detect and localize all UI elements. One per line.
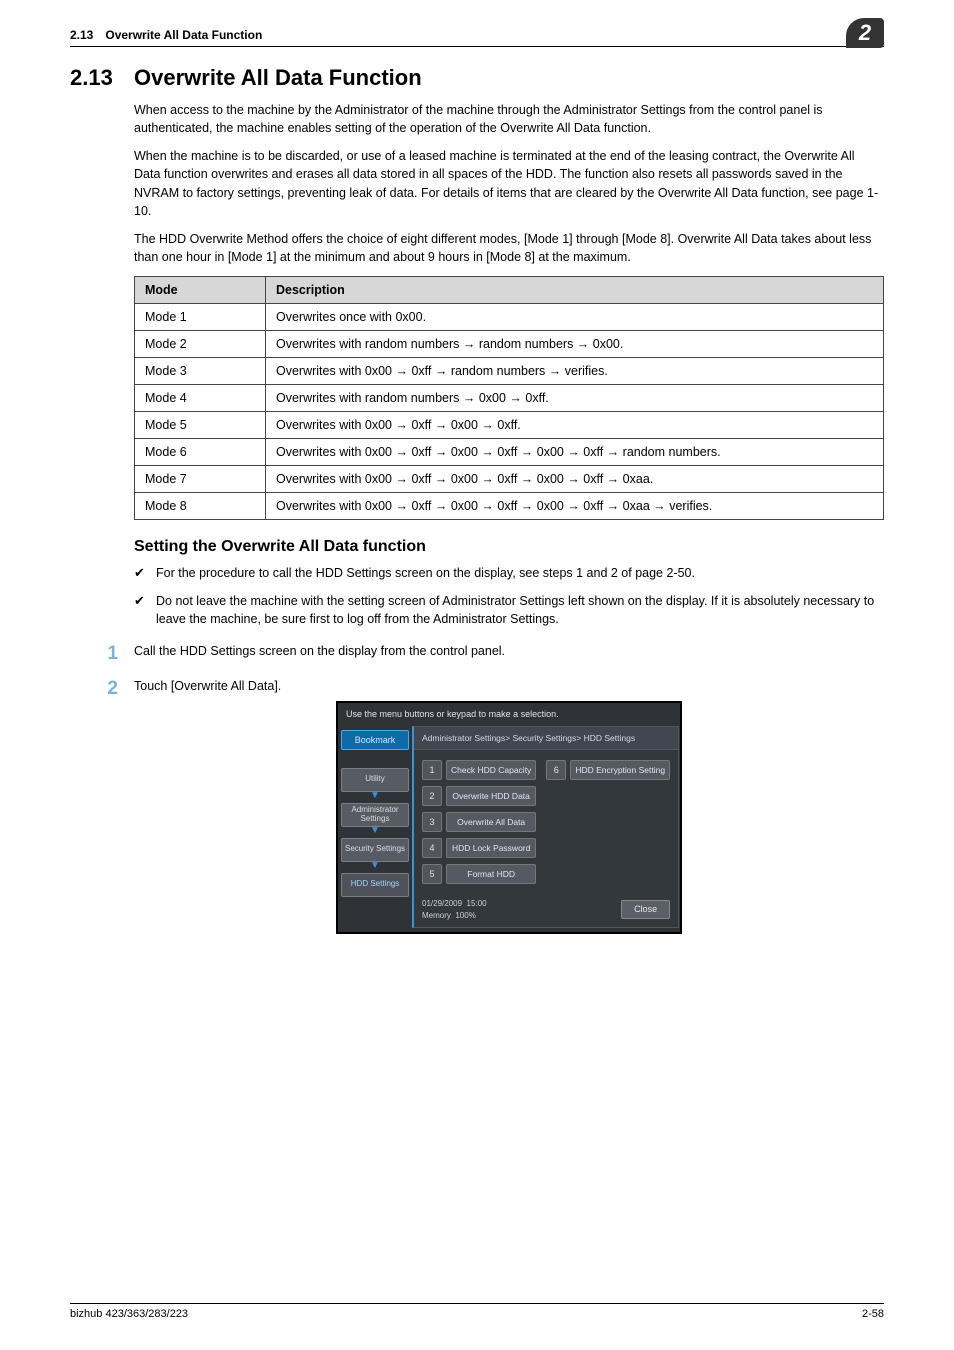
table-row: Mode 4Overwrites with random numbers → 0… [135, 385, 884, 412]
table-head-mode: Mode [135, 277, 266, 304]
cell-desc: Overwrites with 0x00 → 0xff → random num… [266, 358, 884, 385]
menu-item-overwrite-hdd-data[interactable]: 2Overwrite HDD Data [422, 786, 536, 806]
chapter-badge: 2 [846, 18, 884, 48]
cell-mode: Mode 4 [135, 385, 266, 412]
paragraph: When access to the machine by the Admini… [134, 101, 884, 137]
step-number: 2 [70, 675, 118, 703]
table-row: Mode 2Overwrites with random numbers → r… [135, 331, 884, 358]
menu-item-check-hdd-capacity[interactable]: 1Check HDD Capacity [422, 760, 536, 780]
cell-desc: Overwrites with 0x00 → 0xff → 0x00 → 0xf… [266, 439, 884, 466]
footer-page-number: 2-58 [862, 1308, 884, 1320]
step-list: 1 Call the HDD Settings screen on the di… [134, 642, 884, 934]
list-item: Do not leave the machine with the settin… [134, 592, 884, 628]
chevron-down-icon: ▼ [370, 793, 380, 799]
cell-desc: Overwrites with 0x00 → 0xff → 0x00 → 0xf… [266, 412, 884, 439]
list-item: For the procedure to call the HDD Settin… [134, 564, 884, 582]
status-date: 01/29/2009 [422, 899, 462, 908]
menu-item-number: 4 [422, 838, 442, 858]
cell-desc: Overwrites with 0x00 → 0xff → 0x00 → 0xf… [266, 466, 884, 493]
menu-item-number: 2 [422, 786, 442, 806]
menu-item-format-hdd[interactable]: 5Format HDD [422, 864, 536, 884]
cell-desc: Overwrites with random numbers → random … [266, 331, 884, 358]
step-text: Touch [Overwrite All Data]. [134, 679, 281, 693]
cell-mode: Mode 3 [135, 358, 266, 385]
step-text: Call the HDD Settings screen on the disp… [134, 644, 505, 658]
section-title-text: Overwrite All Data Function [134, 65, 422, 90]
cell-mode: Mode 5 [135, 412, 266, 439]
step-item: 2 Touch [Overwrite All Data]. Use the me… [134, 677, 884, 935]
footer-model: bizhub 423/363/283/223 [70, 1308, 188, 1320]
table-row: Mode 3Overwrites with 0x00 → 0xff → rand… [135, 358, 884, 385]
table-row: Mode 5Overwrites with 0x00 → 0xff → 0x00… [135, 412, 884, 439]
chevron-down-icon: ▼ [370, 863, 380, 869]
menu-item-label: HDD Encryption Setting [570, 760, 670, 780]
status-memory-value: 100% [455, 911, 475, 920]
section-number: 2.13 [70, 65, 134, 91]
status-memory-label: Memory [422, 911, 451, 920]
menu-item-number: 6 [546, 760, 566, 780]
cell-mode: Mode 1 [135, 304, 266, 331]
close-button[interactable]: Close [621, 900, 670, 919]
menu-item-label: Overwrite All Data [446, 812, 536, 832]
cell-mode: Mode 8 [135, 493, 266, 520]
menu-item-number: 5 [422, 864, 442, 884]
cell-mode: Mode 2 [135, 331, 266, 358]
step-item: 1 Call the HDD Settings screen on the di… [134, 642, 884, 660]
cell-desc: Overwrites once with 0x00. [266, 304, 884, 331]
ui-sidebar: Bookmark Utility ▼ Administrator Setting… [338, 724, 412, 933]
sidebar-item-security-settings[interactable]: Security Settings [341, 838, 409, 862]
ui-status-bar: 01/29/2009 15:00 Memory 100% Close [414, 894, 678, 927]
cell-mode: Mode 6 [135, 439, 266, 466]
menu-item-label: Format HDD [446, 864, 536, 884]
menu-item-hdd-lock-password[interactable]: 4HDD Lock Password [422, 838, 536, 858]
cell-desc: Overwrites with random numbers → 0x00 → … [266, 385, 884, 412]
paragraph: The HDD Overwrite Method offers the choi… [134, 230, 884, 266]
cell-desc: Overwrites with 0x00 → 0xff → 0x00 → 0xf… [266, 493, 884, 520]
status-time: 15:00 [467, 899, 487, 908]
chevron-down-icon: ▼ [370, 828, 380, 834]
table-row: Mode 6Overwrites with 0x00 → 0xff → 0x00… [135, 439, 884, 466]
cell-mode: Mode 7 [135, 466, 266, 493]
bookmark-button[interactable]: Bookmark [341, 730, 409, 750]
ui-breadcrumb: Administrator Settings> Security Setting… [414, 727, 678, 750]
table-head-desc: Description [266, 277, 884, 304]
menu-item-overwrite-all-data[interactable]: 3Overwrite All Data [422, 812, 536, 832]
modes-table: Mode Description Mode 1Overwrites once w… [134, 276, 884, 520]
prerequisite-list: For the procedure to call the HDD Settin… [134, 564, 884, 628]
paragraph: When the machine is to be discarded, or … [134, 147, 884, 220]
section-title: 2.13Overwrite All Data Function [70, 65, 884, 91]
table-row: Mode 1Overwrites once with 0x00. [135, 304, 884, 331]
sidebar-item-hdd-settings[interactable]: HDD Settings [341, 873, 409, 897]
step-number: 1 [70, 640, 118, 668]
menu-item-hdd-encryption-setting[interactable]: 6HDD Encryption Setting [546, 760, 670, 780]
subheading: Setting the Overwrite All Data function [134, 538, 884, 556]
menu-item-label: HDD Lock Password [446, 838, 536, 858]
menu-item-label: Check HDD Capacity [446, 760, 536, 780]
menu-item-label: Overwrite HDD Data [446, 786, 536, 806]
sidebar-item-admin-settings[interactable]: Administrator Settings [341, 803, 409, 827]
menu-item-number: 1 [422, 760, 442, 780]
device-screenshot: Use the menu buttons or keypad to make a… [336, 701, 682, 935]
menu-item-number: 3 [422, 812, 442, 832]
table-row: Mode 8Overwrites with 0x00 → 0xff → 0x00… [135, 493, 884, 520]
sidebar-item-utility[interactable]: Utility [341, 768, 409, 792]
ui-main-panel: Administrator Settings> Security Setting… [412, 726, 679, 929]
ui-instruction: Use the menu buttons or keypad to make a… [338, 703, 680, 724]
table-row: Mode 7Overwrites with 0x00 → 0xff → 0x00… [135, 466, 884, 493]
running-header: 2.13 Overwrite All Data Function [70, 28, 884, 47]
page-footer: bizhub 423/363/283/223 2-58 [70, 1303, 884, 1320]
